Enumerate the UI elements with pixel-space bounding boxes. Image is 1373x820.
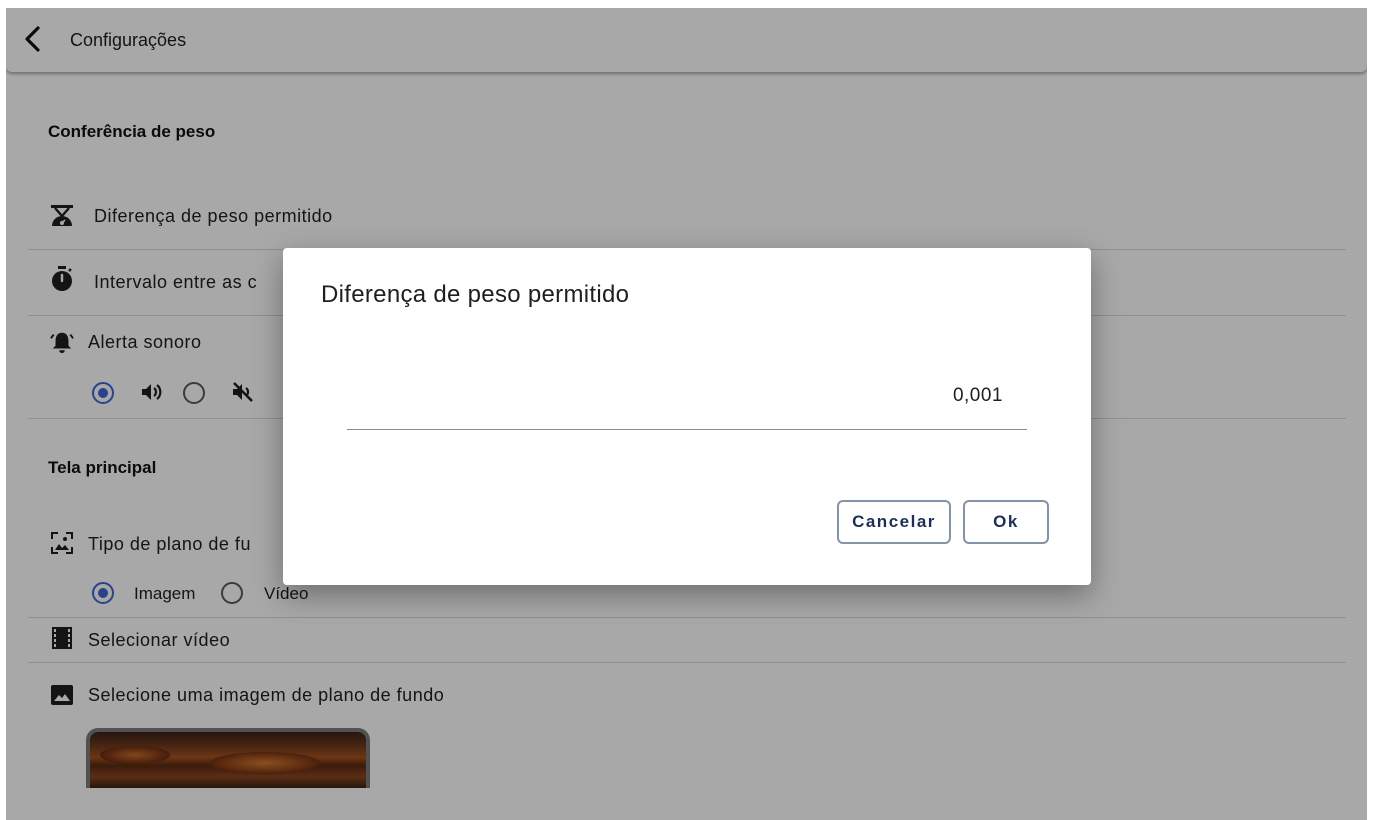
screen-border xyxy=(0,0,6,820)
input-underline xyxy=(347,429,1027,430)
weight-difference-dialog: Diferença de peso permitido Cancelar Ok xyxy=(283,248,1091,585)
screen-border xyxy=(1367,0,1373,820)
weight-difference-input[interactable] xyxy=(347,378,1003,414)
cancel-button[interactable]: Cancelar xyxy=(837,500,951,544)
ok-button[interactable]: Ok xyxy=(963,500,1049,544)
screen-border xyxy=(0,0,1373,8)
dialog-title: Diferença de peso permitido xyxy=(321,281,630,308)
